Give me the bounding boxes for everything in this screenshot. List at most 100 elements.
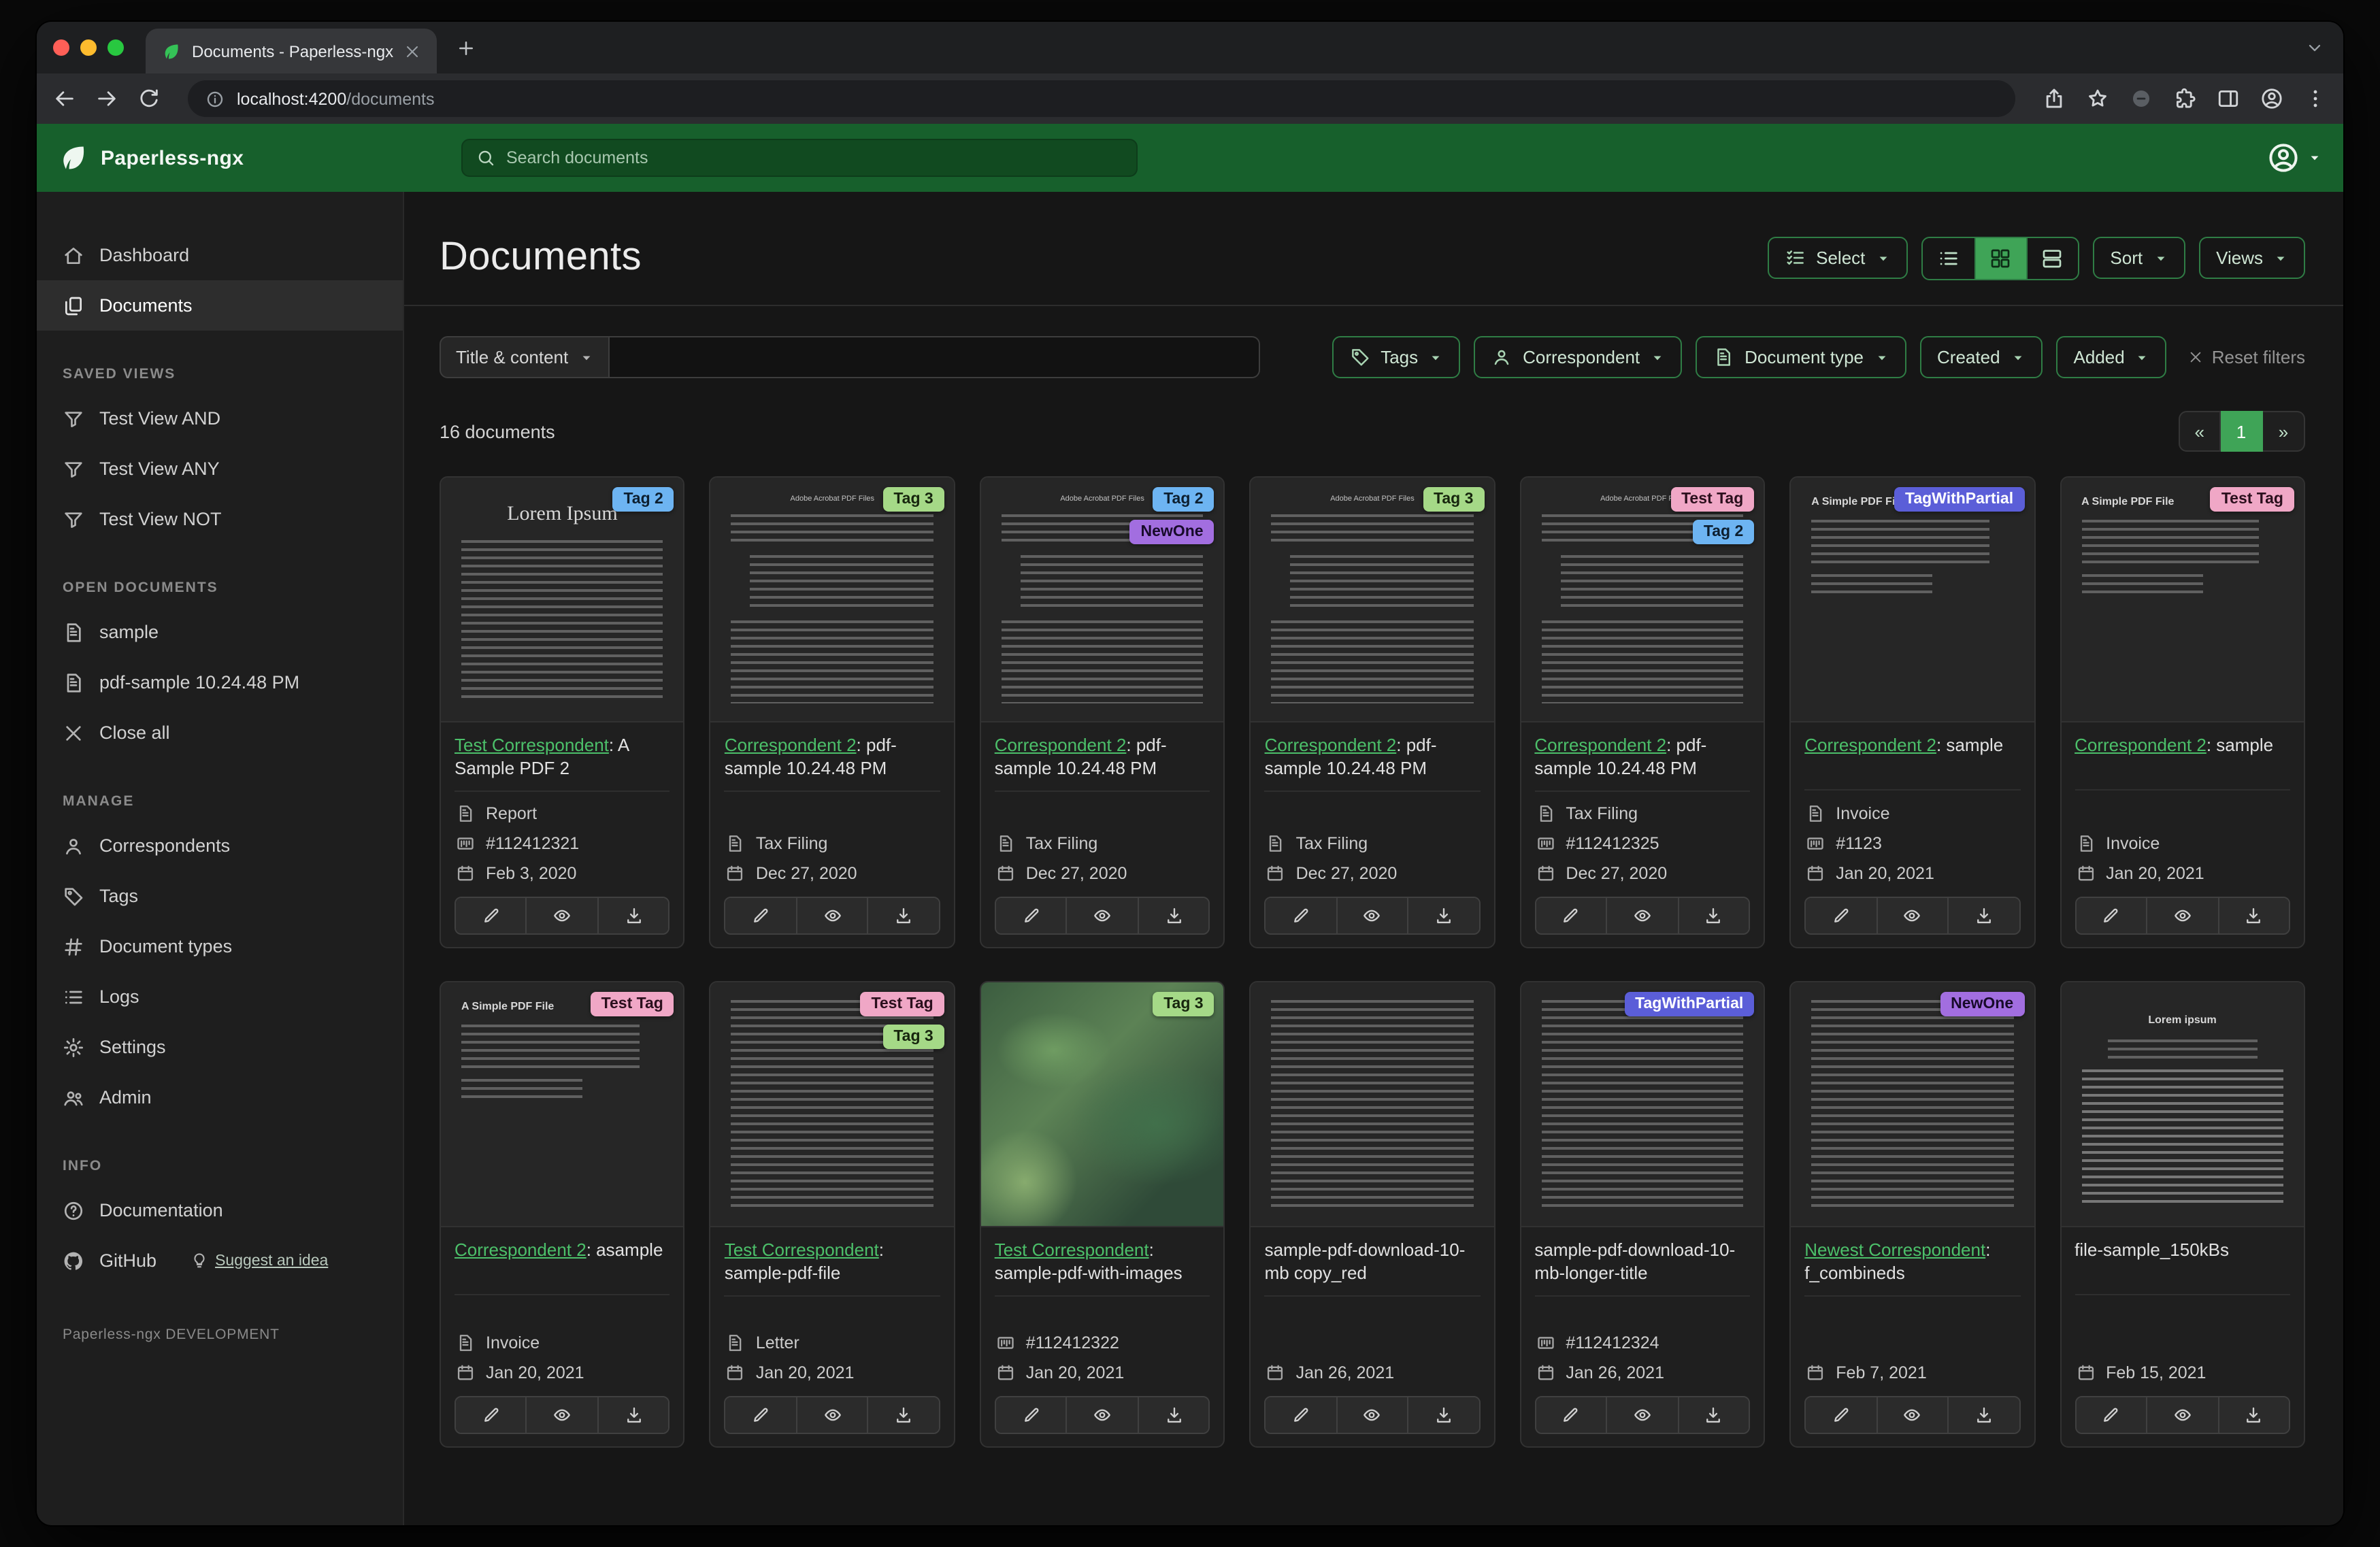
download-document-button[interactable] [867,897,939,933]
brand[interactable]: Paperless-ngx [59,143,244,173]
edit-document-button[interactable] [2076,897,2147,933]
zoom-window-button[interactable] [108,39,124,56]
tag-badge-test-tag[interactable]: Test Tag [860,991,944,1016]
edit-document-button[interactable] [1806,897,1877,933]
sidebar-item-test-view-not[interactable]: Test View NOT [37,494,403,544]
document-thumbnail[interactable]: Adobe Acrobat PDF Files Test Tag Tag 2 [1521,478,1764,722]
view-document-button[interactable] [795,897,867,933]
correspondent-link[interactable]: Test Correspondent [725,1240,879,1260]
view-document-button[interactable] [1336,897,1408,933]
menu-kebab-button[interactable] [2304,87,2327,110]
back-button[interactable] [53,87,76,110]
edit-document-button[interactable] [1536,1397,1606,1433]
document-thumbnail[interactable]: TagWithPartial [1521,982,1764,1227]
document-title[interactable]: Newest Correspondent: f_combineds [1804,1240,2021,1297]
edit-document-button[interactable] [995,1397,1066,1433]
extension-badge-icon[interactable] [2130,87,2153,110]
side-panel-button[interactable] [2217,87,2240,110]
view-document-button[interactable] [1876,897,1948,933]
download-document-button[interactable] [867,1397,939,1433]
correspondent-link[interactable]: Correspondent 2 [1265,735,1397,755]
download-document-button[interactable] [597,897,669,933]
document-thumbnail[interactable]: Lorem ipsum [2061,982,2304,1227]
download-document-button[interactable] [1137,897,1209,933]
sidebar-item-dashboard[interactable]: Dashboard [37,230,403,280]
document-thumbnail[interactable]: Adobe Acrobat PDF Files Tag 2 NewOne [980,478,1224,722]
view-list-button[interactable] [1922,237,1974,278]
tag-badge-tag-2[interactable]: Tag 2 [612,487,674,512]
edit-document-button[interactable] [725,1397,796,1433]
tag-badge-tag-3[interactable]: Tag 3 [1423,487,1485,512]
filter-document-type-button[interactable]: Document type [1696,336,1906,378]
filter-created-button[interactable]: Created [1919,336,2043,378]
document-thumbnail[interactable] [1251,982,1494,1227]
pagination-next-button[interactable]: » [2263,411,2305,452]
tag-badge-tag-2[interactable]: Tag 2 [1153,487,1214,512]
edit-document-button[interactable] [456,1397,526,1433]
tag-badge-test-tag[interactable]: Test Tag [590,991,674,1016]
download-document-button[interactable] [2217,1397,2289,1433]
correspondent-link[interactable]: Correspondent 2 [995,735,1127,755]
download-document-button[interactable] [1947,1397,2019,1433]
sidebar-item-close-all[interactable]: Close all [37,708,403,758]
document-title[interactable]: Correspondent 2: pdf-sample 10.24.48 PM [1534,735,1751,792]
browser-tab[interactable]: Documents - Paperless-ngx [146,29,437,73]
document-title[interactable]: Correspondent 2: asample [454,1240,670,1295]
edit-document-button[interactable] [456,897,526,933]
document-title[interactable]: Test Correspondent: A Sample PDF 2 [454,735,670,792]
select-button[interactable]: Select [1767,237,1908,279]
document-thumbnail[interactable]: A Simple PDF File Test Tag [441,982,684,1227]
view-document-button[interactable] [1606,1397,1678,1433]
document-title[interactable]: Correspondent 2: pdf-sample 10.24.48 PM [994,735,1210,792]
download-document-button[interactable] [2217,897,2289,933]
edit-document-button[interactable] [1806,1397,1877,1433]
sidebar-item-github[interactable]: GitHub Suggest an idea [37,1235,403,1286]
edit-document-button[interactable] [1536,897,1606,933]
edit-document-button[interactable] [1266,897,1336,933]
bookmark-star-button[interactable] [2086,87,2109,110]
download-document-button[interactable] [1407,897,1479,933]
download-document-button[interactable] [1137,1397,1209,1433]
new-tab-button[interactable] [456,37,476,58]
correspondent-link[interactable]: Newest Correspondent [1804,1240,1985,1260]
document-title[interactable]: Correspondent 2: pdf-sample 10.24.48 PM [1264,735,1481,792]
filter-added-button[interactable]: Added [2055,336,2167,378]
suggest-idea-link[interactable]: Suggest an idea [191,1252,328,1269]
reset-filters-button[interactable]: Reset filters [2189,347,2305,367]
user-menu-button[interactable] [2267,142,2321,174]
close-window-button[interactable] [53,39,69,56]
edit-document-button[interactable] [2076,1397,2147,1433]
filter-field-selector[interactable]: Title & content [440,336,610,378]
forward-button[interactable] [95,87,118,110]
tag-badge-tag-3[interactable]: Tag 3 [1153,991,1214,1016]
tag-badge-tagwithpartial[interactable]: TagWithPartial [1894,487,2025,512]
document-title[interactable]: sample-pdf-download-10-mb-longer-title [1534,1240,1751,1297]
sidebar-item-admin[interactable]: Admin [37,1072,403,1122]
download-document-button[interactable] [1677,1397,1749,1433]
document-thumbnail[interactable]: Lorem Ipsum Tag 2 [441,478,684,722]
edit-document-button[interactable] [1266,1397,1336,1433]
reload-button[interactable] [137,87,161,110]
correspondent-link[interactable]: Correspondent 2 [725,735,857,755]
pagination-page-1-button[interactable]: 1 [2221,411,2263,452]
view-document-button[interactable] [795,1397,867,1433]
sidebar-item-documentation[interactable]: Documentation [37,1185,403,1235]
correspondent-link[interactable]: Test Correspondent [995,1240,1149,1260]
edit-document-button[interactable] [725,897,796,933]
view-document-button[interactable] [525,897,597,933]
tag-badge-tag-3[interactable]: Tag 3 [882,1024,944,1049]
document-thumbnail[interactable]: A Simple PDF File TagWithPartial [1791,478,2034,722]
sidebar-item-pdf-sample-10-24-48-pm[interactable]: pdf-sample 10.24.48 PM [37,657,403,708]
document-title[interactable]: sample-pdf-download-10-mb copy_red [1264,1240,1481,1297]
view-rows-button[interactable] [2026,237,2077,278]
sidebar-item-settings[interactable]: Settings [37,1022,403,1072]
correspondent-link[interactable]: Correspondent 2 [1804,735,1936,755]
view-document-button[interactable] [2146,1397,2218,1433]
correspondent-link[interactable]: Test Correspondent [454,735,609,755]
sidebar-item-document-types[interactable]: Document types [37,921,403,971]
document-thumbnail[interactable]: Test Tag Tag 3 [710,982,954,1227]
correspondent-link[interactable]: Correspondent 2 [454,1240,586,1260]
sidebar-item-sample[interactable]: sample [37,607,403,657]
tag-badge-tag-3[interactable]: Tag 3 [882,487,944,512]
address-bar[interactable]: localhost:4200/documents [188,80,2015,117]
